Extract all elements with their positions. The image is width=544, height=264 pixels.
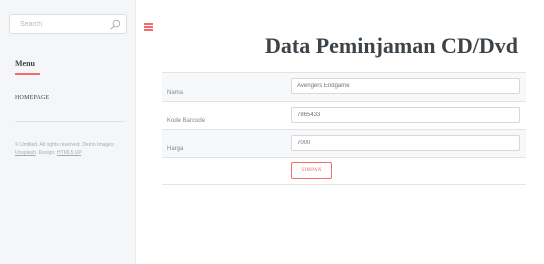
footer-images-link[interactable]: Unsplash bbox=[15, 150, 36, 156]
footer-design-prefix: . Design: bbox=[35, 150, 57, 156]
search-icon[interactable] bbox=[110, 19, 121, 30]
save-button[interactable]: SIMPAN bbox=[291, 162, 332, 179]
form-row-submit: SIMPAN bbox=[162, 157, 526, 185]
nama-label: Nama bbox=[167, 90, 184, 96]
sidebar: Menu HOMEPAGE © Untitled. All rights res… bbox=[0, 0, 136, 264]
sidebar-divider bbox=[15, 121, 125, 122]
nav-link-homepage[interactable]: HOMEPAGE bbox=[15, 95, 49, 101]
nama-field[interactable] bbox=[291, 78, 520, 94]
search-input[interactable] bbox=[10, 15, 105, 33]
page-title: Data Peminjaman CD/Dvd bbox=[265, 33, 518, 58]
form-row-harga: Harga bbox=[162, 129, 526, 157]
sidebar-footer: © Untitled. All rights reserved. Demo Im… bbox=[15, 141, 127, 157]
footer-suffix: . bbox=[81, 150, 83, 156]
form-row-nama: Nama bbox=[162, 72, 526, 101]
kode-barcode-label: Kode Barcode bbox=[167, 118, 206, 124]
form-row-kode-barcode: Kode Barcode bbox=[162, 101, 526, 129]
hamburger-menu-icon[interactable] bbox=[144, 23, 153, 31]
footer-design-link[interactable]: HTML5 UP bbox=[57, 150, 81, 156]
loan-form-table: Nama Kode Barcode Harga SIMPAN bbox=[162, 72, 526, 185]
harga-label: Harga bbox=[167, 146, 184, 152]
footer-copyright: © Untitled. All rights reserved. Demo Im… bbox=[15, 142, 115, 148]
harga-field[interactable] bbox=[291, 135, 520, 151]
kode-barcode-field[interactable] bbox=[291, 107, 520, 123]
search-box[interactable] bbox=[9, 14, 127, 34]
menu-heading: Menu bbox=[15, 59, 35, 68]
menu-heading-underline bbox=[15, 73, 40, 75]
